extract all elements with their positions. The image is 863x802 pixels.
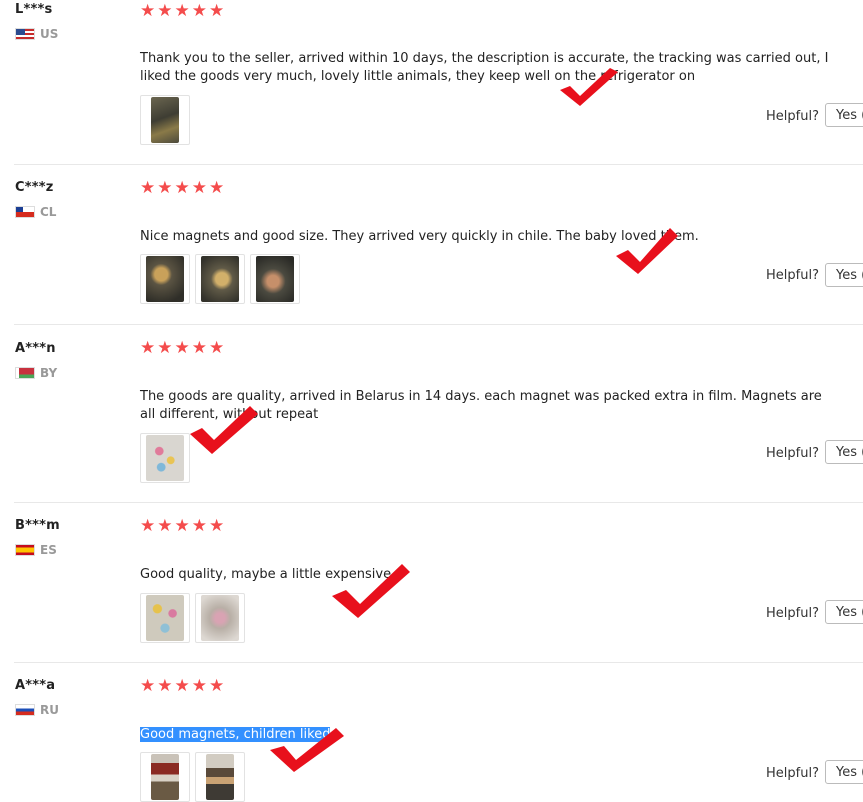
country-code: BY bbox=[40, 366, 58, 380]
star-rating: ★★★★★ bbox=[140, 676, 227, 696]
helpful-label: Helpful? bbox=[766, 268, 819, 283]
helpful-label: Helpful? bbox=[766, 766, 819, 781]
reviewer-country: CL bbox=[15, 205, 56, 219]
review-photo-thumbnail[interactable] bbox=[140, 752, 190, 802]
reviewer-country: US bbox=[15, 27, 58, 41]
review-photo-thumbnail[interactable] bbox=[140, 593, 190, 643]
reviewer-country: BY bbox=[15, 366, 57, 380]
star-rating: ★★★★★ bbox=[140, 516, 227, 536]
country-code: US bbox=[40, 27, 59, 41]
reviewer-name: B***m bbox=[15, 518, 60, 533]
review-photos bbox=[140, 593, 245, 643]
checkmark-icon bbox=[332, 564, 410, 618]
star-rating: ★★★★★ bbox=[140, 338, 227, 358]
reviewer-name: A***n bbox=[15, 341, 56, 356]
review-photos bbox=[140, 254, 300, 304]
star-rating: ★★★★★ bbox=[140, 178, 227, 198]
review-photos bbox=[140, 433, 190, 483]
review-divider bbox=[14, 662, 863, 663]
checkmark-icon bbox=[560, 68, 618, 106]
review-photos bbox=[140, 752, 245, 802]
review-divider bbox=[14, 164, 863, 165]
helpful-label: Helpful? bbox=[766, 446, 819, 461]
cl-flag-icon bbox=[15, 206, 35, 218]
review-photo-thumbnail[interactable] bbox=[140, 254, 190, 304]
country-code: ES bbox=[40, 543, 57, 557]
helpful-label: Helpful? bbox=[766, 606, 819, 621]
ru-flag-icon bbox=[15, 704, 35, 716]
review-photos bbox=[140, 95, 190, 145]
review-photo-thumbnail[interactable] bbox=[140, 433, 190, 483]
checkmark-icon bbox=[616, 228, 678, 274]
helpful-yes-button[interactable]: Yes ( bbox=[825, 600, 863, 624]
es-flag-icon bbox=[15, 544, 35, 556]
us-flag-icon bbox=[15, 28, 35, 40]
checkmark-icon bbox=[190, 406, 258, 454]
review-photo-thumbnail[interactable] bbox=[195, 593, 245, 643]
helpful-yes-button[interactable]: Yes ( bbox=[825, 440, 863, 464]
review-text: Thank you to the seller, arrived within … bbox=[140, 51, 829, 84]
review-text: Good quality, maybe a little expensive bbox=[140, 567, 392, 582]
review-divider bbox=[14, 502, 863, 503]
checkmark-icon bbox=[270, 728, 344, 772]
reviewer-name: C***z bbox=[15, 180, 54, 195]
review-photo-thumbnail[interactable] bbox=[195, 254, 245, 304]
helpful-yes-button[interactable]: Yes ( bbox=[825, 103, 863, 127]
reviewer-country: RU bbox=[15, 703, 59, 717]
helpful-yes-button[interactable]: Yes ( bbox=[825, 760, 863, 784]
country-code: RU bbox=[40, 703, 59, 717]
review-divider bbox=[14, 324, 863, 325]
review-text: Good magnets, children liked bbox=[140, 726, 840, 744]
review-photo-thumbnail[interactable] bbox=[140, 95, 190, 145]
reviewer-name: A***a bbox=[15, 678, 56, 693]
reviewer-name: L***s bbox=[15, 2, 53, 17]
helpful-label: Helpful? bbox=[766, 109, 819, 124]
review-photo-thumbnail[interactable] bbox=[250, 254, 300, 304]
review-text: Nice magnets and good size. They arrived… bbox=[140, 229, 699, 244]
country-code: CL bbox=[40, 205, 57, 219]
review-photo-thumbnail[interactable] bbox=[195, 752, 245, 802]
by-flag-icon bbox=[15, 367, 35, 379]
star-rating: ★★★★★ bbox=[140, 1, 227, 21]
reviewer-country: ES bbox=[15, 543, 57, 557]
helpful-yes-button[interactable]: Yes ( bbox=[825, 263, 863, 287]
